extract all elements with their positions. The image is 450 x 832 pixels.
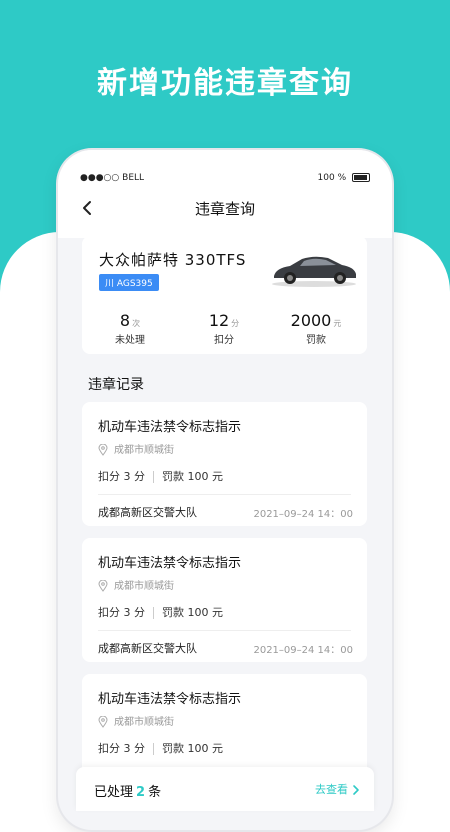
violation-time: 2021–09–24 14：00	[253, 645, 353, 656]
page-title: 违章查询	[194, 200, 255, 218]
stat-points: 12 分 扣分	[208, 311, 240, 346]
car-card[interactable]: 大众帕萨特 330TFS 川 AGS395 8次 未处理 12 分 扣分 2000…	[82, 236, 367, 354]
violation-card[interactable]: 机动车违法禁令标志指示 成都市顺城街 扣分 3 分罚款 100 元 成都高新区交…	[82, 402, 367, 526]
stat-fine: 2000 元 罚款	[290, 311, 342, 346]
divider	[153, 607, 154, 619]
violation-location: 成都市顺城街	[98, 577, 174, 592]
stat-unprocessed: 8次 未处理	[115, 311, 145, 346]
violation-title: 机动车违法禁令标志指示	[98, 420, 242, 435]
nav-bar: 违章查询	[58, 194, 392, 224]
phone-frame: ●●●○○ BELL 100 % 违章查询 大众帕萨特 330TFS 川 AGS…	[58, 150, 392, 830]
card-divider	[98, 630, 351, 631]
police-office: 成都高新区交警大队	[98, 506, 197, 519]
plate-badge: 川 AGS395	[99, 274, 159, 291]
violation-location: 成都市顺城街	[98, 441, 174, 456]
violation-time: 2021–09–24 14：00	[253, 509, 353, 520]
carrier: ●●●○○ BELL	[80, 173, 145, 183]
violation-location: 成都市顺城街	[98, 713, 174, 728]
car-icon	[272, 256, 356, 287]
records-title: 违章记录	[88, 377, 144, 393]
violation-penalty: 扣分 3 分罚款 100 元	[98, 742, 223, 755]
chevron-right-icon	[353, 785, 359, 795]
violation-card[interactable]: 机动车违法禁令标志指示 成都市顺城街 扣分 3 分罚款 100 元 成都高新区交…	[82, 538, 367, 662]
processed-summary: 已处理 2 条	[94, 785, 162, 800]
processed-bar[interactable]: 已处理 2 条 去查看	[76, 767, 374, 811]
violation-penalty: 扣分 3 分罚款 100 元	[98, 470, 223, 483]
location-pin-icon	[98, 579, 108, 592]
violation-penalty: 扣分 3 分罚款 100 元	[98, 606, 223, 619]
violation-title: 机动车违法禁令标志指示	[98, 556, 242, 571]
battery-icon	[352, 173, 370, 182]
status-bar: ●●●○○ BELL 100 %	[58, 172, 392, 188]
view-processed-link[interactable]: 去查看	[315, 781, 360, 797]
divider	[153, 743, 154, 755]
processed-count: 2	[136, 785, 146, 800]
divider	[153, 471, 154, 483]
location-pin-icon	[98, 715, 108, 728]
signal-icon: ●●●○○	[80, 173, 120, 183]
location-pin-icon	[98, 443, 108, 456]
battery-indicator: 100 %	[318, 173, 370, 183]
police-office: 成都高新区交警大队	[98, 642, 197, 655]
violation-title: 机动车违法禁令标志指示	[98, 692, 242, 707]
card-divider	[98, 494, 351, 495]
headline: 新增功能违章查询	[97, 66, 353, 101]
car-name: 大众帕萨特 330TFS	[99, 251, 247, 269]
